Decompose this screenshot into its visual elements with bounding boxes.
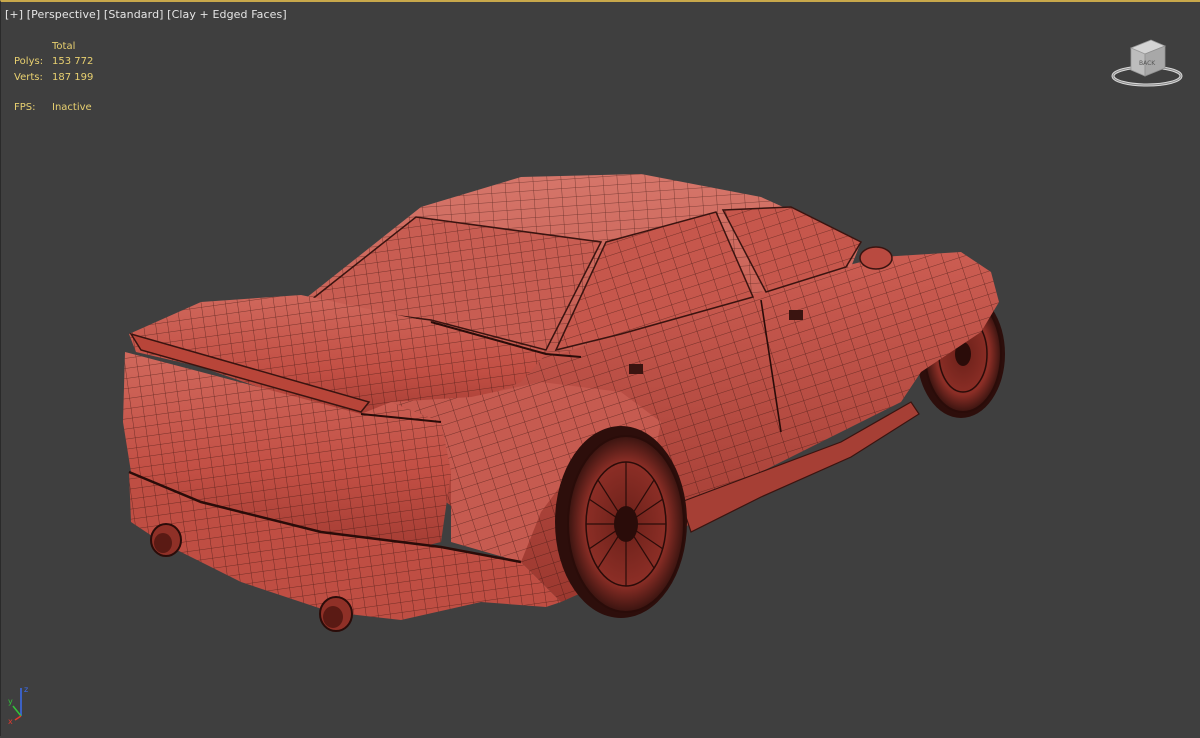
left-rear-wheel	[555, 426, 687, 618]
perspective-viewport[interactable]: [+] [Perspective] [Standard] [Clay + Edg…	[0, 0, 1200, 736]
axis-tripod-icon: z y x	[8, 685, 28, 724]
door-handle-front	[789, 310, 803, 320]
axis-y-label: y	[8, 697, 13, 706]
viewcube-face-label[interactable]: BACK	[1139, 60, 1156, 67]
viewcube[interactable]: BACK	[1109, 34, 1189, 94]
axis-z-label: z	[24, 685, 28, 694]
car-side-mirror	[859, 246, 893, 270]
door-handle-rear	[629, 364, 643, 374]
car-model[interactable]	[1, 2, 1200, 738]
axis-x-label: x	[8, 717, 13, 724]
exhaust-right	[319, 596, 353, 632]
exhaust-left	[150, 523, 182, 557]
